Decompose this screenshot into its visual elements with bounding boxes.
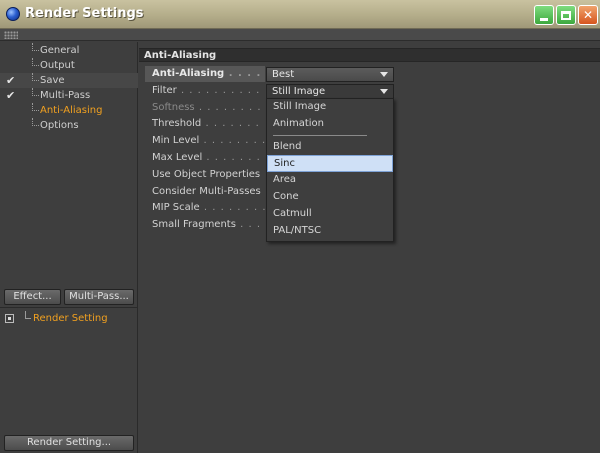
multi-pass-button[interactable]: Multi-Pass...: [64, 289, 134, 305]
setting-label: Threshold . . . . . . . . . . . . . .: [152, 118, 265, 130]
settings-main: Anti-Aliasing Anti-Aliasing . . . . . . …: [139, 42, 600, 453]
setting-label: Consider Multi-Passes . . .: [152, 185, 265, 197]
sidebar-item-save[interactable]: ✔ Save: [0, 73, 138, 88]
section-title: Anti-Aliasing: [139, 48, 600, 62]
minimize-icon: [540, 17, 548, 21]
filter-option-still-image[interactable]: Still Image: [267, 99, 393, 116]
settings-sidebar: General Output ✔ Save ✔ Multi-Pass Anti-…: [0, 42, 138, 453]
setting-label: Max Level . . . . . . . . . . . . . .: [152, 151, 265, 163]
render-setting-button[interactable]: Render Setting...: [4, 435, 134, 451]
settings-tree: General Output ✔ Save ✔ Multi-Pass Anti-…: [0, 43, 138, 133]
maximize-icon: [561, 10, 571, 20]
window-title: Render Settings: [25, 6, 144, 21]
setting-label: MIP Scale . . . . . . . . . . . . . .: [152, 202, 265, 214]
grip-icon[interactable]: [4, 31, 18, 39]
maximize-button[interactable]: [556, 5, 576, 25]
setting-label: Small Fragments . . . . . . . .: [152, 219, 265, 231]
filter-option-catmull[interactable]: Catmull: [267, 206, 393, 223]
filter-dropdown-list: Still Image Animation Blend Sinc Area Co…: [266, 98, 394, 242]
sidebar-item-anti-aliasing[interactable]: Anti-Aliasing: [0, 103, 138, 118]
sidebar-item-options[interactable]: Options: [0, 118, 138, 133]
sidebar-item-general[interactable]: General: [0, 43, 138, 58]
close-icon: ✕: [582, 8, 594, 22]
anti-aliasing-select[interactable]: Best: [266, 67, 394, 82]
filter-option-sinc[interactable]: Sinc: [267, 155, 393, 173]
setting-label: Filter . . . . . . . . . . . . . . . . .…: [152, 84, 265, 96]
setting-row-anti-aliasing: Anti-Aliasing . . . . . . . . Best: [139, 66, 600, 83]
close-button[interactable]: ✕: [578, 5, 598, 25]
toolbar-strip: [0, 29, 600, 41]
filter-option-area[interactable]: Area: [267, 172, 393, 189]
chevron-down-icon: [380, 72, 388, 77]
render-setting-icon[interactable]: [5, 314, 14, 323]
setting-label: Use Object Properties . . .: [152, 168, 265, 180]
filter-select[interactable]: Still Image: [266, 83, 394, 99]
anti-aliasing-value: Best: [272, 69, 295, 80]
menu-separator: [267, 133, 393, 139]
filter-option-cone[interactable]: Cone: [267, 189, 393, 206]
divider: [0, 307, 138, 308]
sidebar-item-label: Options: [40, 120, 79, 131]
chevron-down-icon: [380, 88, 388, 94]
filter-option-pal-ntsc[interactable]: PAL/NTSC: [267, 223, 393, 240]
filter-option-animation[interactable]: Animation: [267, 116, 393, 133]
sidebar-item-label: Anti-Aliasing: [40, 105, 103, 116]
checkmark-icon[interactable]: ✔: [6, 73, 15, 88]
setting-label: Min Level . . . . . . . . . . . . . .: [152, 135, 265, 147]
sidebar-item-label: General: [40, 45, 80, 56]
render-setting-label: Render Setting: [33, 313, 108, 324]
app-icon: [6, 7, 20, 21]
effect-button[interactable]: Effect...: [4, 289, 61, 305]
sidebar-item-multi-pass[interactable]: ✔ Multi-Pass: [0, 88, 138, 103]
filter-option-blend[interactable]: Blend: [267, 139, 393, 156]
title-bar: Render Settings ✕: [0, 0, 600, 29]
sidebar-item-label: Multi-Pass: [40, 90, 91, 101]
minimize-button[interactable]: [534, 5, 554, 25]
checkmark-icon[interactable]: ✔: [6, 88, 15, 103]
setting-label: Softness . . . . . . . . . . . . . . .: [152, 101, 265, 113]
sidebar-item-label: Output: [40, 60, 75, 71]
setting-label: Anti-Aliasing . . . . . . . .: [145, 66, 265, 82]
render-setting-list-item[interactable]: Render Setting: [0, 311, 138, 326]
sidebar-item-output[interactable]: Output: [0, 58, 138, 73]
sidebar-item-label: Save: [40, 75, 65, 86]
filter-value: Still Image: [272, 85, 326, 97]
